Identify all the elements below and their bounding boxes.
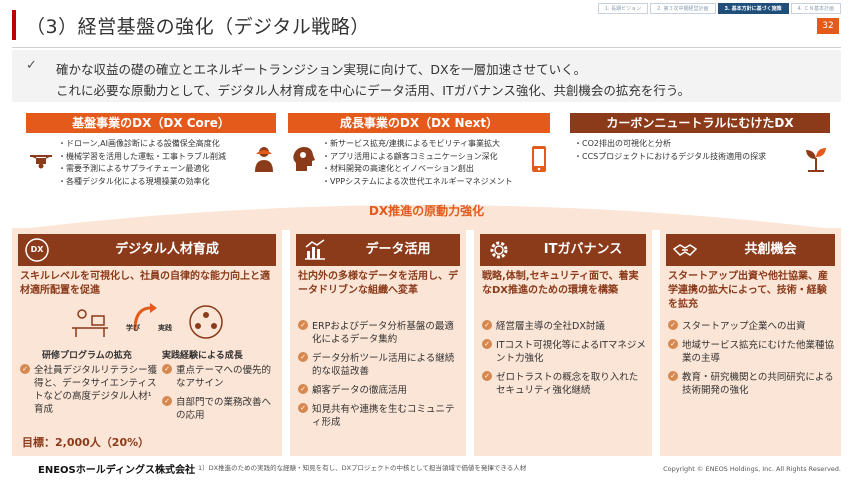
- training-list: 全社員デジタルリテラシー獲得と、データサイエンティストなどの高度デジタル人材¹育…: [20, 364, 160, 422]
- experience-list: 重点テーマへの優先的なアサイン 自部門での業務改善への応用: [162, 364, 278, 428]
- page-title: （3）経営基盤の強化（デジタル戦略）: [26, 16, 370, 38]
- sub-left-title: 研修プログラムの拡充: [42, 351, 132, 361]
- pillar-lead: 社内外の多様なデータを活用し、データドリブンな組織へ変革: [298, 271, 458, 296]
- list-item: 全社員デジタルリテラシー獲得と、データサイエンティストなどの高度デジタル人材¹育…: [20, 364, 160, 416]
- cn-dx-title: カーボンニュートラルにむけたDX: [570, 113, 830, 133]
- list-item: 顧客データの徹底活用: [298, 384, 460, 397]
- list-item: CCSプロジェクトにおけるデジタル技術適用の探求: [574, 151, 766, 164]
- worker-icon: [255, 147, 273, 172]
- desk-icon: [72, 309, 108, 337]
- gear-icon: [490, 241, 508, 259]
- summary-line-2: これに必要な原動力として、デジタル人材育成を中心にデータ活用、ITガバナンス強化…: [56, 83, 691, 98]
- smartphone-icon: [532, 146, 546, 172]
- arch-label: DX推進の原動力強化: [368, 204, 485, 218]
- plant-icon: [806, 148, 826, 172]
- list-item: 機械学習を活用した運転・工事トラブル削減: [58, 151, 226, 164]
- pillar-title: データ活用: [365, 242, 431, 257]
- practice-label: 実践: [158, 324, 172, 332]
- dx-core-list: ドローン,AI画像診断による設備保全高度化 機械学習を活用した運転・工事トラブル…: [58, 138, 226, 188]
- list-item: ゼロトラストの概念を取り入れたセキュリティ強化継続: [482, 371, 646, 397]
- list-item: ITコスト可視化等によるITマネジメント力強化: [482, 339, 646, 365]
- list-item: VPPシステムによる次世代エネルギーマネジメント: [322, 176, 513, 189]
- it-governance-list: 経営層主導の全社DX討議 ITコスト可視化等によるITマネジメント力強化 ゼロト…: [482, 320, 646, 403]
- pillar-it-governance: ITガバナンス 戦略,体制,セキュリティ面で、着実なDX推進のための環境を構築 …: [474, 228, 652, 456]
- dx-core-title: 基盤事業のDX（DX Core）: [26, 113, 276, 133]
- company-logo: ENEOSホールディングス株式会社: [38, 465, 196, 476]
- pillar-title: デジタル人材育成: [115, 242, 219, 257]
- pillar-lead: スキルレベルを可視化し、社員の自律的な能力向上と適材適所配置を促進: [20, 271, 270, 296]
- list-item: 需要予測によるサプライチェーン最適化: [58, 163, 226, 176]
- list-item: 新サービス拡充/連携によるモビリティ事業拡大: [322, 138, 513, 151]
- list-item: CO2排出の可視化と分析: [574, 138, 766, 151]
- check-icon: ✓: [26, 58, 37, 73]
- list-item: ERPおよびデータ分析基盤の最適化によるデータ集約: [298, 320, 460, 346]
- chart-icon: [305, 239, 325, 260]
- list-item: 経営層主導の全社DX討議: [482, 320, 646, 333]
- pillar-header: DX デジタル人材育成: [18, 234, 276, 266]
- cn-dx-box: カーボンニュートラルにむけたDX CO2排出の可視化と分析 CCSプロジェクトに…: [570, 113, 830, 195]
- pillar-lead: 戦略,体制,セキュリティ面で、着実なDX推進のための環境を構築: [482, 271, 639, 296]
- list-item: スタートアップ企業への出資: [668, 320, 835, 333]
- ai-head-icon: [293, 147, 315, 171]
- pillar-header: データ活用: [296, 234, 460, 266]
- summary-box: ✓ 確かな収益の礎の確立とエネルギートランジション実現に向けて、DXを一層加速さ…: [12, 50, 841, 102]
- pillar-title: 共創機会: [744, 242, 797, 257]
- list-item: 自部門での業務改善への応用: [162, 396, 278, 422]
- summary-line-1: 確かな収益の礎の確立とエネルギートランジション実現に向けて、DXを一層加速させて…: [56, 62, 587, 77]
- dx-next-list: 新サービス拡充/連携によるモビリティ事業拡大 アプリ活用による顧客コミュニケーシ…: [322, 138, 513, 188]
- list-item: 重点テーマへの優先的なアサイン: [162, 364, 278, 390]
- list-item: 教育・研究機関との共同研究による技術開発の強化: [668, 371, 835, 397]
- dx-badge-text: DX: [30, 245, 44, 254]
- goal-text: 目標：2,000人（20%）: [22, 436, 150, 449]
- cycle-arrow-icon: [133, 303, 157, 331]
- step-long-term-vision[interactable]: 1. 長期ビジョン: [597, 3, 649, 14]
- step-policy-measures[interactable]: 3. 基本方針に基づく施策: [717, 3, 789, 14]
- pillar-lead: スタートアップ出資や他社協業、産学連携の拡大によって、技術・経験を拡充: [668, 271, 828, 310]
- list-item: 知見共有や連携を生むコミュニティ形成: [298, 403, 460, 429]
- handshake-icon: [672, 244, 698, 256]
- step-cn-plan[interactable]: 4. ＣＮ基本計画: [790, 3, 841, 14]
- list-item: ドローン,AI画像診断による設備保全高度化: [58, 138, 226, 151]
- list-item: 材料開発の高速化とイノベーション創出: [322, 163, 513, 176]
- copyright: Copyright © ENEOS Holdings, Inc. All Rig…: [663, 465, 841, 473]
- co-creation-list: スタートアップ企業への出資 地域サービス拡充にむけた他業種協業の主導 教育・研究…: [668, 320, 835, 403]
- dx-driver-arch: DX推進の原動力強化: [12, 196, 841, 230]
- sub-right-title: 実践経験による成長: [162, 351, 243, 361]
- pillar-title: ITガバナンス: [543, 242, 623, 257]
- pillar-header: ITガバナンス: [480, 234, 646, 266]
- header-divider: [12, 47, 841, 48]
- pillar-header: 共創機会: [666, 234, 835, 266]
- list-item: アプリ活用による顧客コミュニケーション深化: [322, 151, 513, 164]
- pillar-digital-talent: DX デジタル人材育成 スキルレベルを可視化し、社員の自律的な能力向上と適材適所…: [12, 228, 282, 456]
- step-mid-term-plan[interactable]: 2. 第３次中期経営計画: [650, 3, 716, 14]
- list-item: 各種デジタル化による現場操業の効率化: [58, 176, 226, 189]
- footnote: 1）DX推進のための実践的な経験・知見を有し、DXプロジェクトの中核として担当領…: [198, 464, 527, 472]
- learn-label: 学び: [126, 324, 140, 332]
- pillar-data-utilization: データ活用 社内外の多様なデータを活用し、データドリブンな組織へ変革 ERPおよ…: [290, 228, 466, 456]
- drone-icon: [30, 155, 52, 169]
- title-accent-bar: [12, 10, 16, 40]
- team-icon: [189, 305, 223, 339]
- dx-next-box: 成長事業のDX（DX Next） 新サービス拡充/連携によるモビリティ事業拡大 …: [288, 113, 550, 195]
- dx-core-box: 基盤事業のDX（DX Core） ドローン,AI画像診断による設備保全高度化 機…: [26, 113, 276, 195]
- pillar-co-creation: 共創機会 スタートアップ出資や他社協業、産学連携の拡大によって、技術・経験を拡充…: [660, 228, 841, 456]
- page-number: 32: [817, 18, 839, 34]
- list-item: データ分析ツール活用による継続的な収益改善: [298, 352, 460, 378]
- list-item: 地域サービス拡充にむけた他業種協業の主導: [668, 339, 835, 365]
- progress-steps: 1. 長期ビジョン 2. 第３次中期経営計画 3. 基本方針に基づく施策 4. …: [597, 3, 841, 14]
- data-utilization-list: ERPおよびデータ分析基盤の最適化によるデータ集約 データ分析ツール活用による継…: [298, 320, 460, 435]
- cn-dx-list: CO2排出の可視化と分析 CCSプロジェクトにおけるデジタル技術適用の探求: [574, 138, 766, 163]
- dx-next-title: 成長事業のDX（DX Next）: [288, 113, 550, 133]
